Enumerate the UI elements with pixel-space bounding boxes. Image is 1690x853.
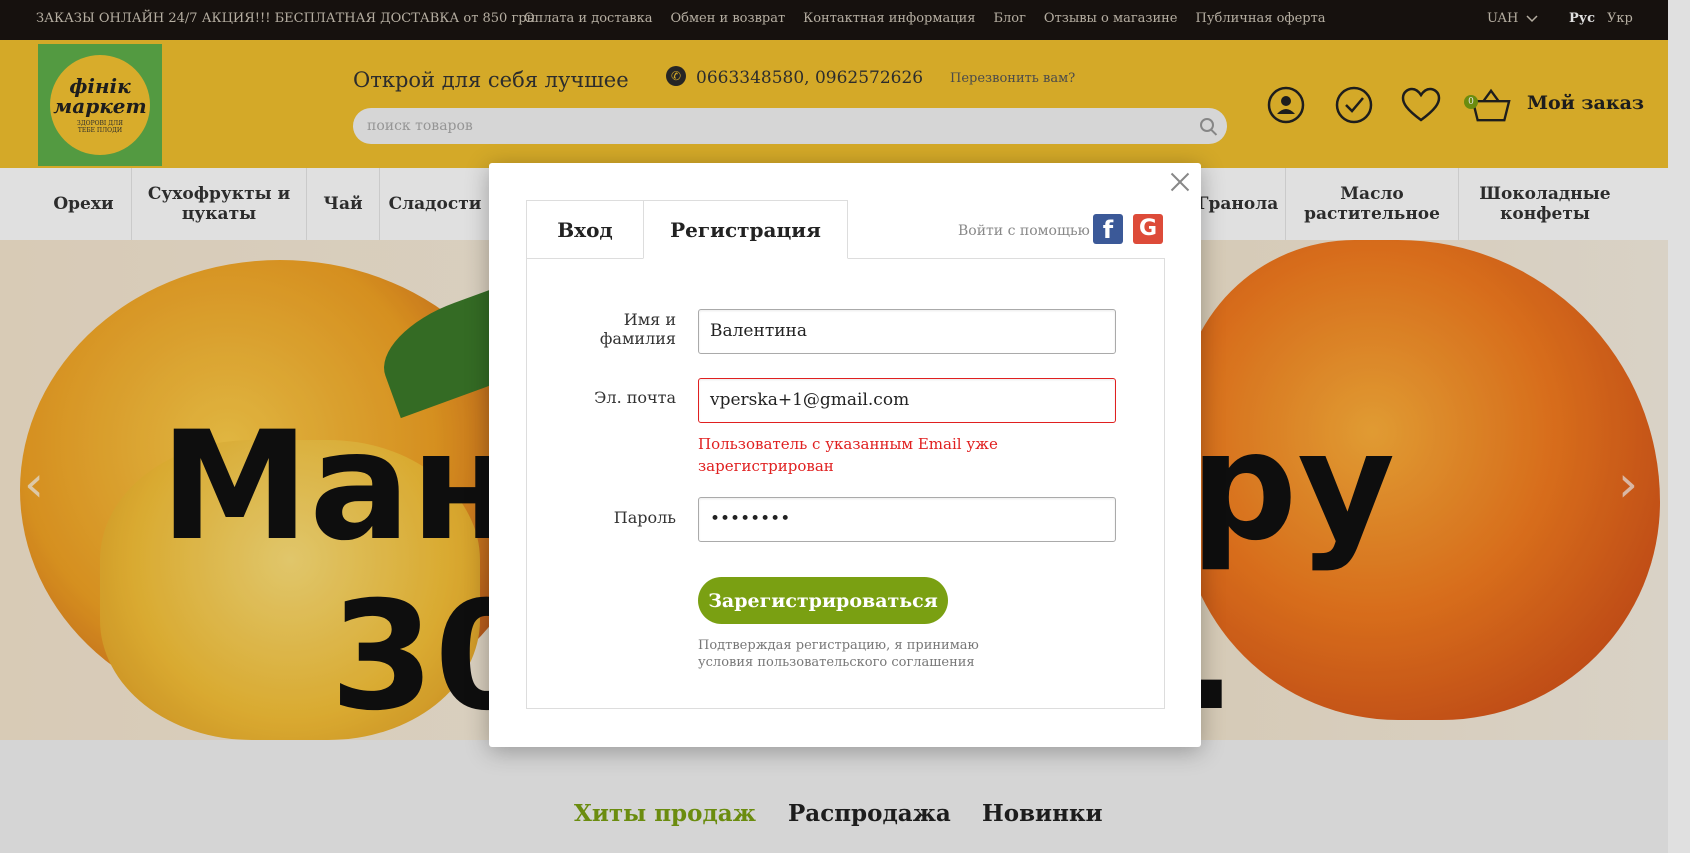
email-field[interactable]: vperska+1@gmail.com <box>698 378 1116 423</box>
password-label: Пароль <box>613 508 676 527</box>
close-icon[interactable] <box>1169 171 1191 193</box>
registration-modal: Вход Регистрация Войти с помощью f G Имя… <box>489 163 1201 747</box>
email-error: Пользователь с указанным Email уже зарег… <box>698 435 998 475</box>
name-field[interactable]: Валентина <box>698 309 1116 354</box>
name-label: Имя и фамилия <box>599 310 676 348</box>
facebook-icon[interactable]: f <box>1093 214 1123 244</box>
google-icon[interactable]: G <box>1133 214 1163 244</box>
register-button[interactable]: Зарегистрироваться <box>698 577 948 624</box>
tab-register[interactable]: Регистрация <box>643 200 848 259</box>
terms-text[interactable]: Подтверждая регистрацию, я принимаю усло… <box>698 637 1028 671</box>
email-label: Эл. почта <box>594 388 676 407</box>
password-field[interactable]: •••••••• <box>698 497 1116 542</box>
social-login-label: Войти с помощью <box>958 223 1090 239</box>
tab-login[interactable]: Вход <box>526 200 643 259</box>
